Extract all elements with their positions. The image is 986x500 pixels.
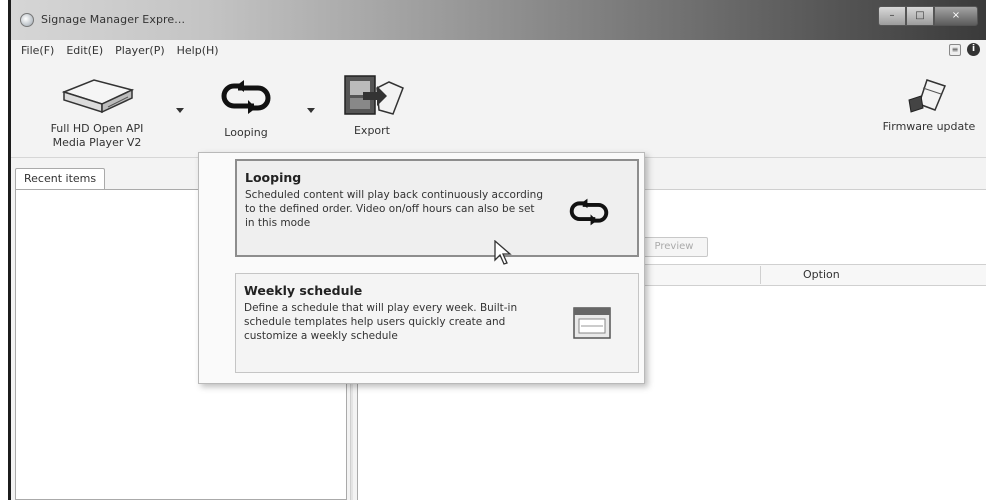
player-tool-button[interactable]: Full HD Open API Media Player V2 [35,72,159,150]
export-tool-button[interactable]: Export [329,74,415,138]
looping-mode-dropdown: Looping Scheduled content will play back… [198,152,645,384]
window-title: Signage Manager Expre... [41,13,186,26]
calendar-icon [572,304,612,343]
firmware-label: Firmware update [882,120,976,133]
media-player-icon [61,79,135,114]
looping-tool-button[interactable]: Looping [211,80,281,140]
menu-bar: File(F) Edit(E) Player(P) Help(H) ≡ i [11,40,986,60]
menu-help[interactable]: Help(H) [171,44,225,57]
menu-player[interactable]: Player(P) [109,44,170,57]
info-icon[interactable]: i [967,43,980,56]
option-looping[interactable]: Looping Scheduled content will play back… [235,159,639,257]
window-mode-icon[interactable]: ≡ [949,43,961,56]
maximize-button[interactable]: □ [906,6,934,26]
close-button[interactable]: × [934,6,978,26]
player-label-line1: Full HD Open API [50,122,144,135]
firmware-update-button[interactable]: Firmware update [874,76,984,134]
option-looping-description: Scheduled content will play back continu… [245,189,543,229]
preview-button[interactable]: Preview [640,237,708,257]
firmware-update-icon [908,79,947,113]
option-weekly-title: Weekly schedule [244,283,363,298]
option-weekly-description: Define a schedule that will play every w… [244,302,518,342]
tab-recent-items[interactable]: Recent items [15,168,106,190]
option-weekly-schedule[interactable]: Weekly schedule Define a schedule that w… [235,273,639,373]
column-divider[interactable] [760,266,761,284]
minimize-button[interactable]: – [878,6,906,26]
menu-edit[interactable]: Edit(E) [60,44,109,57]
column-header-option[interactable]: Option [803,268,840,281]
window-controls: – □ × [878,6,978,26]
app-icon [20,13,34,27]
option-looping-title: Looping [245,170,302,185]
menubar-right-icons: ≡ i [949,43,980,56]
left-tab-strip: Recent items [15,168,106,190]
title-bar: Signage Manager Expre... – □ × [11,0,986,40]
toolbar: Full HD Open API Media Player V2 Looping [11,60,986,158]
player-label-line2: Media Player V2 [52,136,142,149]
loop-icon [221,80,271,114]
player-dropdown-caret[interactable] [176,108,184,113]
looping-label: Looping [224,126,268,139]
mouse-cursor-icon [494,240,512,265]
export-label: Export [353,124,390,137]
loop-icon [567,197,611,230]
export-icon [344,75,404,115]
looping-dropdown-caret[interactable] [307,108,315,113]
menu-file[interactable]: File(F) [15,44,60,57]
